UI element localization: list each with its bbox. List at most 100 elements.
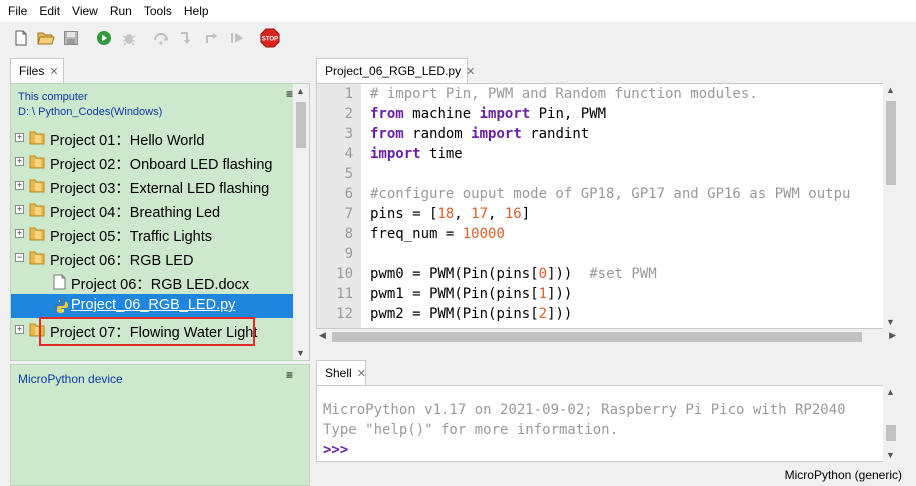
scrollbar-thumb[interactable] bbox=[886, 425, 896, 441]
step-over-icon bbox=[154, 33, 168, 45]
code-text: #configure ouput mode of GP18, GP17 and … bbox=[370, 186, 851, 202]
resume-button[interactable] bbox=[226, 27, 248, 49]
device-title: MicroPython device bbox=[18, 372, 123, 386]
tree-item-label: Project 06：RGB LED.docx bbox=[71, 277, 250, 293]
code-editor[interactable]: 1 # import Pin, PWM and Random function m… bbox=[316, 83, 899, 329]
tab-editor-file[interactable]: Project_06_RGB_LED.py ✕ bbox=[316, 58, 475, 83]
tree-item-project-01[interactable]: + Project 01：Hello World bbox=[11, 126, 295, 150]
shell-prompt[interactable]: >>> bbox=[323, 440, 348, 460]
folder-icon bbox=[29, 323, 45, 337]
tree-item-label: Project 07：Flowing Water Light bbox=[50, 325, 258, 341]
tree-item-label: Project_06_RGB_LED.py bbox=[71, 297, 236, 313]
save-icon bbox=[64, 31, 78, 45]
tab-shell[interactable]: Shell ✕ bbox=[316, 360, 366, 385]
expand-icon[interactable]: + bbox=[15, 133, 24, 142]
step-out-button[interactable] bbox=[201, 27, 223, 49]
expand-icon[interactable]: + bbox=[15, 157, 24, 166]
close-icon[interactable]: ✕ bbox=[357, 367, 366, 380]
editor-vertical-scrollbar[interactable]: ▲ ▼ bbox=[883, 83, 899, 329]
tree-item-docx-file[interactable]: Project 06：RGB LED.docx bbox=[11, 270, 295, 294]
step-into-button[interactable] bbox=[176, 27, 198, 49]
menu-edit[interactable]: Edit bbox=[33, 0, 66, 22]
line-number: 10 bbox=[336, 266, 353, 282]
line-number: 3 bbox=[344, 126, 353, 142]
save-button[interactable] bbox=[60, 27, 82, 49]
step-out-icon bbox=[206, 33, 217, 43]
folder-icon bbox=[29, 251, 45, 265]
menu-bar: File Edit View Run Tools Help bbox=[0, 0, 916, 22]
location-title[interactable]: This computer bbox=[18, 91, 88, 103]
interpreter-status[interactable]: MicroPython (generic) bbox=[785, 468, 902, 482]
collapse-icon[interactable]: − bbox=[15, 253, 24, 262]
scroll-up-icon[interactable]: ▲ bbox=[886, 85, 895, 95]
expand-icon[interactable]: + bbox=[15, 229, 24, 238]
tree-item-label: Project 01：Hello World bbox=[50, 133, 205, 149]
step-over-button[interactable] bbox=[151, 27, 173, 49]
tree-item-project-05[interactable]: + Project 05：Traffic Lights bbox=[11, 222, 295, 246]
menu-file[interactable]: File bbox=[2, 0, 33, 22]
files-scrollbar[interactable]: ▲ ▼ bbox=[293, 84, 309, 360]
scrollbar-thumb[interactable] bbox=[886, 101, 896, 185]
stop-button[interactable]: STOP bbox=[259, 27, 281, 49]
line-number: 7 bbox=[344, 206, 353, 222]
tab-editor-label: Project_06_RGB_LED.py bbox=[325, 64, 462, 78]
code-text: pwm0 = PWM(Pin(pins[0])) #set PWM bbox=[370, 266, 657, 282]
code-text: pins = [18, 17, 16] bbox=[370, 206, 531, 222]
expand-icon[interactable]: + bbox=[15, 205, 24, 214]
code-text: # import Pin, PWM and Random function mo… bbox=[370, 86, 758, 102]
open-file-button[interactable] bbox=[35, 27, 57, 49]
expand-icon[interactable]: + bbox=[15, 325, 24, 334]
tree-item-label: Project 03：External LED flashing bbox=[50, 181, 270, 197]
tab-files[interactable]: Files ✕ bbox=[10, 58, 64, 83]
scroll-up-icon[interactable]: ▲ bbox=[296, 86, 305, 96]
expand-icon[interactable]: + bbox=[15, 181, 24, 190]
tree-item-project-02[interactable]: + Project 02：Onboard LED flashing bbox=[11, 150, 295, 174]
tree-item-label: Project 06：RGB LED bbox=[50, 253, 194, 269]
stop-icon: STOP bbox=[260, 28, 280, 48]
line-number: 4 bbox=[344, 146, 353, 162]
python-file-icon bbox=[54, 299, 68, 313]
location-path[interactable]: D: \ Python_Codes(Windows) bbox=[18, 106, 162, 118]
device-menu-icon[interactable]: ≡ bbox=[286, 368, 293, 382]
shell-console[interactable]: MicroPython v1.17 on 2021-09-02; Raspber… bbox=[316, 385, 899, 462]
editor-horizontal-scrollbar[interactable]: ◀ ▶ bbox=[316, 329, 899, 345]
code-text: freq_num = 10000 bbox=[370, 226, 505, 242]
new-file-icon bbox=[15, 30, 27, 46]
code-text: pwm2 = PWM(Pin(pins[2])) bbox=[370, 306, 573, 322]
line-number: 12 bbox=[336, 306, 353, 322]
line-number: 9 bbox=[344, 246, 353, 262]
files-menu-icon[interactable]: ≡ bbox=[286, 87, 293, 101]
tree-item-project-04[interactable]: + Project 04：Breathing Led bbox=[11, 198, 295, 222]
new-file-button[interactable] bbox=[10, 27, 32, 49]
scrollbar-thumb[interactable] bbox=[296, 102, 306, 148]
scroll-down-icon[interactable]: ▼ bbox=[886, 450, 895, 460]
scroll-right-icon[interactable]: ▶ bbox=[889, 330, 896, 341]
menu-help[interactable]: Help bbox=[178, 0, 215, 22]
close-icon[interactable]: ✕ bbox=[49, 65, 58, 78]
tree-item-project-06[interactable]: − Project 06：RGB LED bbox=[11, 246, 295, 270]
tree-item-py-file[interactable]: Project_06_RGB_LED.py bbox=[11, 294, 295, 318]
line-number: 1 bbox=[344, 86, 353, 102]
run-button[interactable] bbox=[93, 27, 115, 49]
debug-button[interactable] bbox=[118, 27, 140, 49]
scrollbar-thumb[interactable] bbox=[332, 332, 862, 342]
line-number: 11 bbox=[336, 286, 353, 302]
shell-output-line: Type "help()" for more information. bbox=[323, 422, 619, 438]
shell-scrollbar[interactable]: ▲ ▼ bbox=[883, 385, 899, 462]
tree-item-label: Project 02：Onboard LED flashing bbox=[50, 157, 273, 173]
menu-run[interactable]: Run bbox=[104, 0, 138, 22]
folder-icon bbox=[29, 179, 45, 193]
close-icon[interactable]: ✕ bbox=[466, 65, 475, 78]
menu-tools[interactable]: Tools bbox=[138, 0, 178, 22]
tree-item-project-07[interactable]: + Project 07：Flowing Water Light bbox=[11, 318, 295, 342]
scroll-down-icon[interactable]: ▼ bbox=[296, 348, 305, 358]
menu-view[interactable]: View bbox=[66, 0, 104, 22]
scroll-left-icon[interactable]: ◀ bbox=[319, 330, 326, 341]
line-number: 6 bbox=[344, 186, 353, 202]
shell-output-line: MicroPython v1.17 on 2021-09-02; Raspber… bbox=[323, 402, 846, 418]
scroll-down-icon[interactable]: ▼ bbox=[886, 317, 895, 327]
line-number: 8 bbox=[344, 226, 353, 242]
tree-item-project-03[interactable]: + Project 03：External LED flashing bbox=[11, 174, 295, 198]
shell-panel: Shell ✕ MicroPython v1.17 on 2021-09-02;… bbox=[316, 360, 914, 462]
scroll-up-icon[interactable]: ▲ bbox=[886, 387, 895, 397]
